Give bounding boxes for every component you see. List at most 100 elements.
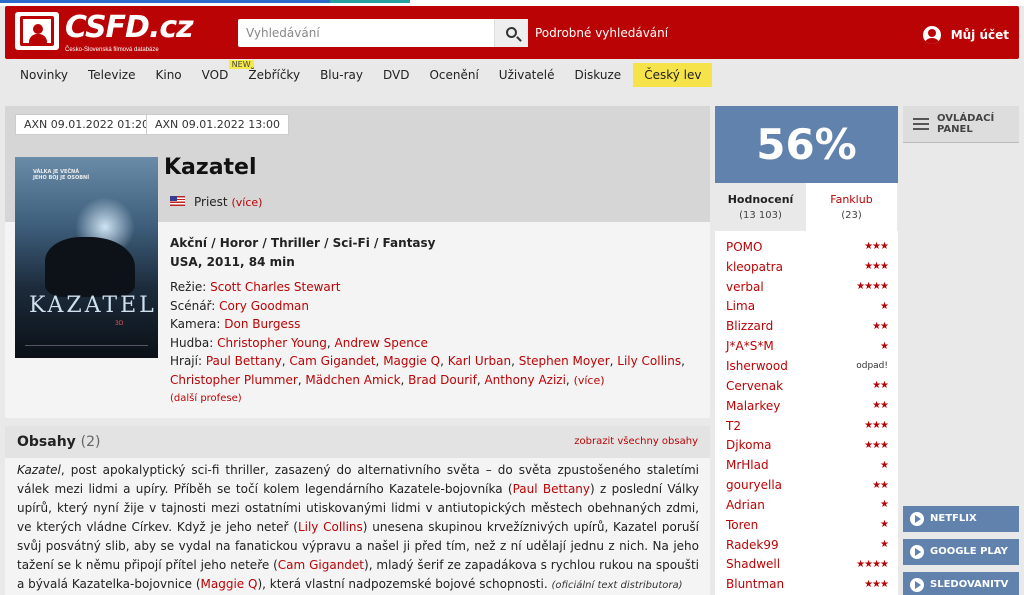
rating-stars: ★★★: [864, 241, 889, 253]
alt-title-more-link[interactable]: (více): [231, 196, 262, 209]
cast-more-link[interactable]: (více): [574, 374, 605, 387]
actor-link[interactable]: Cam Gigandet: [278, 558, 364, 572]
logo-text: CSFD.cz: [65, 10, 194, 45]
rating-user-link[interactable]: Radek99: [726, 538, 779, 552]
actor-link[interactable]: Cam Gigandet: [289, 354, 375, 368]
rating-stars: ★★★★: [856, 281, 889, 293]
actor-link[interactable]: Maggie Q: [383, 354, 440, 368]
rating-row: Shadwell ★★★★: [726, 555, 889, 575]
tab-ratings[interactable]: Hodnocení (13 103): [715, 183, 806, 231]
rating-user-link[interactable]: Shadwell: [726, 557, 780, 571]
rating-user-link[interactable]: Malarkey: [726, 399, 780, 413]
rating-user-link[interactable]: Lima: [726, 299, 755, 313]
rating-stars: ★: [880, 499, 889, 511]
rating-text: odpad!: [856, 360, 888, 371]
rating-row: Malarkey ★★: [726, 396, 889, 416]
tab-fanclub[interactable]: Fanklub (23): [806, 183, 897, 231]
search-button[interactable]: [494, 19, 528, 47]
nav-item-novinky[interactable]: Novinky: [20, 68, 68, 82]
nav-vod-label: VOD: [201, 68, 229, 82]
play-icon: [910, 545, 924, 559]
director-row: Režie: Scott Charles Stewart: [170, 280, 341, 294]
main-nav: Novinky Televize Kino VOD NEW Žebříčky Bl…: [5, 60, 1019, 90]
actor-link[interactable]: Paul Bettany: [206, 354, 282, 368]
us-flag-icon: [170, 196, 185, 206]
rating-user-link[interactable]: Adrian: [726, 498, 765, 512]
google-play-button[interactable]: GOOGLE PLAY: [903, 539, 1019, 565]
nav-item-cesky-lev[interactable]: Český lev: [633, 63, 713, 87]
rating-stars: ★★: [872, 400, 889, 412]
rating-user-link[interactable]: POMO: [726, 240, 762, 254]
actor-link[interactable]: Mädchen Amick: [305, 373, 400, 387]
rating-user-link[interactable]: Djkoma: [726, 438, 771, 452]
music-row: Hudba: Christopher Young, Andrew Spence: [170, 336, 428, 350]
nav-item-dvd[interactable]: DVD: [383, 68, 409, 82]
rating-row: Bluntman ★★★: [726, 574, 889, 594]
nav-item-kino[interactable]: Kino: [156, 68, 182, 82]
rating-stars: ★: [880, 300, 889, 312]
account-button[interactable]: Můj účet: [922, 26, 1009, 44]
rating-user-link[interactable]: T2: [726, 419, 741, 433]
advanced-search-link[interactable]: Podrobné vyhledávání: [535, 26, 668, 40]
site-logo[interactable]: CSFD.cz Česko-Slovenská filmová databáze: [15, 10, 194, 56]
rating-user-link[interactable]: MrHlad: [726, 458, 769, 472]
rating-tabs: Hodnocení (13 103) Fanklub (23): [715, 183, 898, 231]
tv-schedule-badge[interactable]: AXN 09.01.2022 13:00: [146, 114, 289, 135]
rating-user-link[interactable]: gouryella: [726, 478, 782, 492]
search-icon: [506, 27, 517, 38]
nav-item-uzivatele[interactable]: Uživatelé: [499, 68, 555, 82]
cast-row: Hrají: Paul Bettany, Cam Gigandet, Maggi…: [170, 354, 685, 387]
search-box: [238, 19, 528, 47]
rating-user-link[interactable]: Blizzard: [726, 319, 773, 333]
film-title: Kazatel: [164, 155, 257, 180]
poster-tagline: VÁLKA JE VEČNÁ JEHO BOJ JE OSOBNÍ: [33, 169, 90, 181]
rating-user-link[interactable]: Bluntman: [726, 577, 784, 591]
rating-row: Blizzard ★★: [726, 316, 889, 336]
plot-box: Obsahy (2) zobrazit všechny obsahy Kazat…: [5, 426, 710, 595]
rating-user-link[interactable]: verbal: [726, 280, 764, 294]
rating-user-link[interactable]: Isherwood: [726, 359, 788, 373]
user-icon: [922, 26, 941, 44]
more-professions-link[interactable]: (další profese): [170, 393, 242, 404]
actor-link[interactable]: Lily Collins: [298, 520, 363, 534]
writer-row: Scénář: Cory Goodman: [170, 299, 309, 313]
writer-link[interactable]: Cory Goodman: [219, 299, 309, 313]
film-poster[interactable]: VÁLKA JE VEČNÁ JEHO BOJ JE OSOBNÍ KAZATE…: [15, 157, 158, 358]
nav-item-bluray[interactable]: Blu-ray: [320, 68, 363, 82]
rating-row: MrHlad ★: [726, 455, 889, 475]
plot-text: Kazatel, post apokalyptický sci-fi thril…: [17, 463, 700, 591]
actor-link[interactable]: Lily Collins: [617, 354, 681, 368]
rating-stars: ★: [880, 519, 889, 531]
music-link[interactable]: Andrew Spence: [335, 336, 428, 350]
netflix-button[interactable]: NETFLIX: [903, 506, 1019, 532]
director-link[interactable]: Scott Charles Stewart: [210, 280, 340, 294]
tv-schedule-badge[interactable]: AXN 09.01.2022 01:20: [15, 114, 158, 135]
rating-row: kleopatra ★★★: [726, 257, 889, 277]
show-all-plots-link[interactable]: zobrazit všechny obsahy: [574, 436, 698, 447]
play-icon: [910, 512, 924, 526]
rating-user-link[interactable]: Toren: [726, 518, 758, 532]
camera-row: Kamera: Don Burgess: [170, 317, 301, 331]
rating-user-link[interactable]: kleopatra: [726, 260, 783, 274]
camera-link[interactable]: Don Burgess: [224, 317, 300, 331]
actor-link[interactable]: Paul Bettany: [513, 482, 590, 496]
actor-link[interactable]: Maggie Q: [201, 577, 258, 591]
actor-link[interactable]: Anthony Azizi: [484, 373, 565, 387]
nav-item-diskuze[interactable]: Diskuze: [574, 68, 621, 82]
actor-link[interactable]: Karl Urban: [448, 354, 511, 368]
rating-user-link[interactable]: J*A*S*M: [726, 339, 774, 353]
rating-stars: ★: [880, 340, 889, 352]
rating-user-link[interactable]: Cervenak: [726, 379, 783, 393]
actor-link[interactable]: Brad Dourif: [408, 373, 477, 387]
actor-link[interactable]: Stephen Moyer: [519, 354, 610, 368]
actor-link[interactable]: Christopher Plummer: [170, 373, 298, 387]
music-link[interactable]: Christopher Young: [217, 336, 327, 350]
nav-item-vod[interactable]: VOD NEW: [201, 60, 254, 82]
nav-item-oceneni[interactable]: Ocenění: [429, 68, 478, 82]
nav-item-televize[interactable]: Televize: [88, 68, 136, 82]
control-panel-button[interactable]: OVLÁDACÍ PANEL: [903, 106, 1019, 143]
rating-row: Radek99 ★: [726, 535, 889, 555]
sledovanitv-button[interactable]: SLEDOVANITV: [903, 572, 1019, 595]
nav-item-zebricky[interactable]: Žebříčky: [248, 68, 300, 82]
search-input[interactable]: [238, 19, 490, 47]
